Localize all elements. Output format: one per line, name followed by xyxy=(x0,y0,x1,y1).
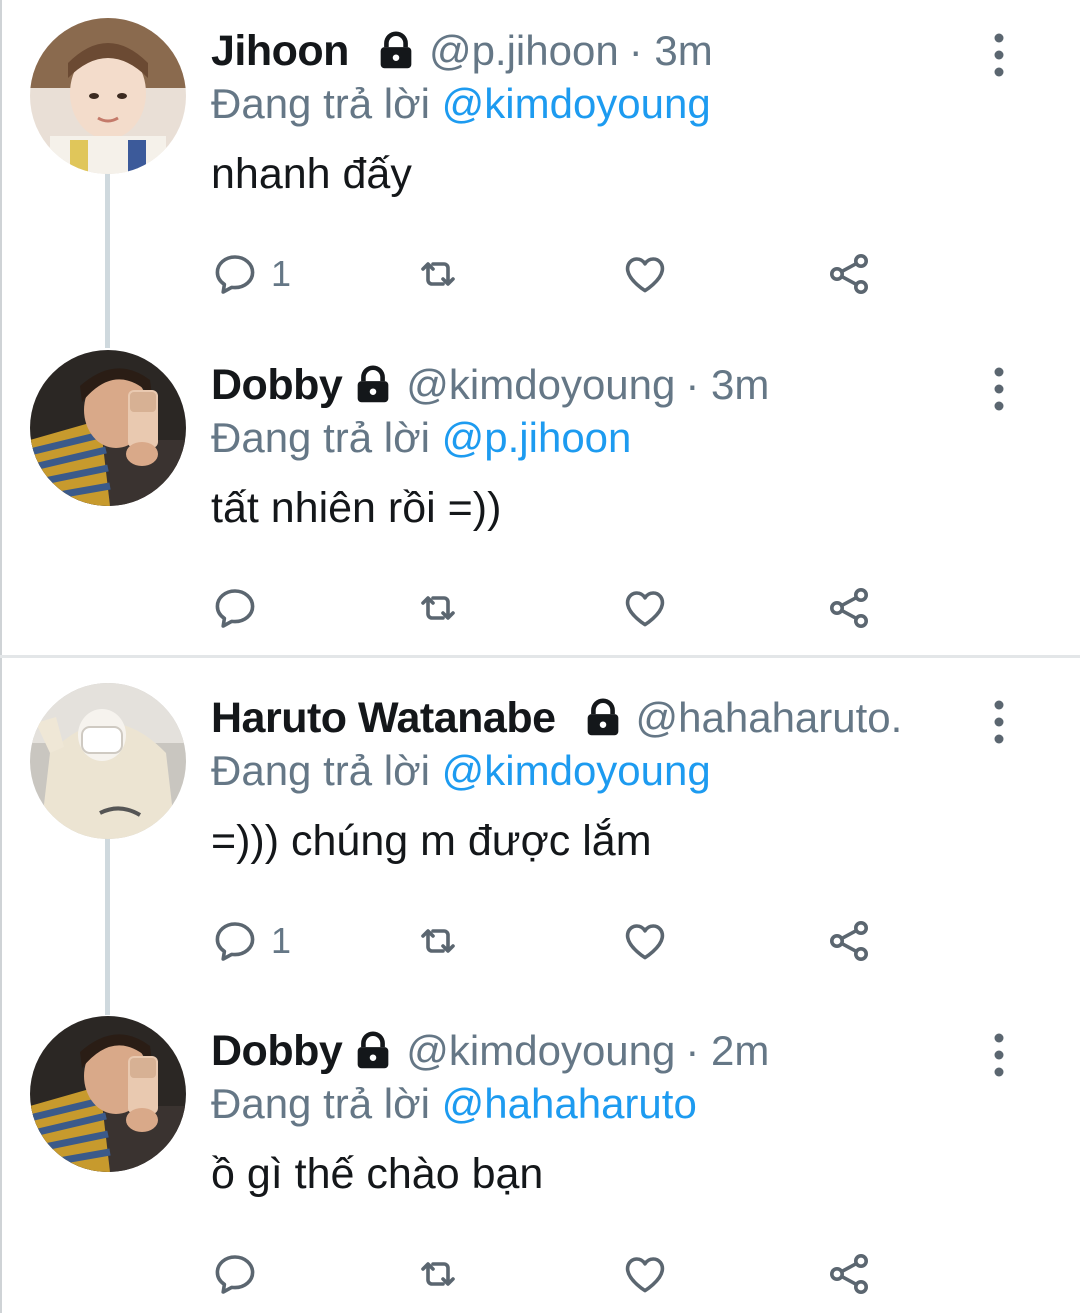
mention-link[interactable]: @hahaharuto xyxy=(442,1080,697,1127)
reply-button[interactable] xyxy=(211,578,271,638)
more-vertical-icon[interactable] xyxy=(984,364,1014,414)
display-name[interactable]: Haruto Watanabe xyxy=(211,694,556,743)
share-button[interactable] xyxy=(825,1244,873,1304)
like-button[interactable] xyxy=(621,244,669,304)
tweet-header: Haruto Watanabe @hahaharuto. xyxy=(211,689,902,747)
reply-icon xyxy=(215,922,255,961)
replying-to: Đang trả lời @kimdoyoung xyxy=(211,747,711,795)
like-button[interactable] xyxy=(621,911,669,971)
like-icon xyxy=(625,591,665,627)
replying-to: Đang trả lời @hahaharuto xyxy=(211,1080,697,1128)
mention-link[interactable]: @p.jihoon xyxy=(442,414,632,461)
more-vertical-icon[interactable] xyxy=(984,697,1014,747)
tweet-text: ồ gì thế chào bạn xyxy=(211,1150,544,1198)
tweet[interactable]: Haruto Watanabe @hahaharuto. Đang trả lờ… xyxy=(0,683,1080,989)
reply-count: 1 xyxy=(271,253,292,294)
retweet-button[interactable] xyxy=(414,244,462,304)
display-name[interactable]: Dobby xyxy=(211,361,343,410)
share-icon xyxy=(830,1254,868,1294)
like-button[interactable] xyxy=(621,578,669,638)
share-button[interactable] xyxy=(825,244,873,304)
action-bar: 1 xyxy=(211,244,911,304)
reply-icon xyxy=(215,255,255,294)
tweet[interactable]: Dobby @kimdoyoung · 2m Đang trả lời @hah… xyxy=(0,1016,1080,1313)
retweet-button[interactable] xyxy=(414,911,462,971)
share-icon xyxy=(830,588,868,628)
reply-button[interactable]: 1 xyxy=(211,911,291,971)
display-name[interactable]: Jihoon xyxy=(211,27,349,76)
retweet-icon xyxy=(421,1262,455,1286)
like-icon xyxy=(625,924,665,960)
timestamp[interactable]: · 2m xyxy=(685,1027,769,1075)
share-icon xyxy=(830,254,868,294)
replying-to: Đang trả lời @p.jihoon xyxy=(211,414,631,462)
reply-prefix: Đang trả lời xyxy=(211,80,430,127)
tweet-text: =))) chúng m được lắm xyxy=(211,817,652,865)
reply-count: 1 xyxy=(271,920,292,961)
action-bar: 1 xyxy=(211,911,911,971)
reply-button[interactable]: 1 xyxy=(211,244,291,304)
avatar[interactable] xyxy=(30,1016,186,1172)
tweet-header: Jihoon @p.jihoon · 3m xyxy=(211,22,713,80)
handle[interactable]: @hahaharuto. xyxy=(636,694,903,742)
action-bar xyxy=(211,578,911,638)
tweet-text: nhanh đấy xyxy=(211,150,412,198)
timestamp[interactable]: · 3m xyxy=(629,27,713,75)
reply-icon xyxy=(215,589,255,628)
handle[interactable]: @kimdoyoung xyxy=(406,1027,675,1075)
lock-icon xyxy=(380,31,412,69)
timestamp[interactable]: · 3m xyxy=(685,361,769,409)
retweet-icon xyxy=(421,262,455,286)
reply-prefix: Đang trả lời xyxy=(211,747,430,794)
share-button[interactable] xyxy=(825,578,873,638)
tweet-header: Dobby @kimdoyoung · 3m xyxy=(211,356,769,414)
reply-button[interactable] xyxy=(211,1244,271,1304)
thread-divider xyxy=(0,655,1080,658)
mention-link[interactable]: @kimdoyoung xyxy=(442,80,711,127)
reply-icon xyxy=(215,1255,255,1294)
display-name[interactable]: Dobby xyxy=(211,1027,343,1076)
action-bar xyxy=(211,1244,911,1304)
handle[interactable]: @kimdoyoung xyxy=(406,361,675,409)
more-vertical-icon[interactable] xyxy=(984,1030,1014,1080)
avatar[interactable] xyxy=(30,683,186,839)
mention-link[interactable]: @kimdoyoung xyxy=(442,747,711,794)
handle[interactable]: @p.jihoon xyxy=(429,27,619,75)
reply-prefix: Đang trả lời xyxy=(211,1080,430,1127)
tweet-text: tất nhiên rồi =)) xyxy=(211,484,502,532)
tweet-header: Dobby @kimdoyoung · 2m xyxy=(211,1022,769,1080)
share-icon xyxy=(830,921,868,961)
lock-icon xyxy=(357,1031,389,1069)
retweet-icon xyxy=(421,596,455,620)
like-button[interactable] xyxy=(621,1244,669,1304)
reply-prefix: Đang trả lời xyxy=(211,414,430,461)
lock-icon xyxy=(587,698,618,736)
retweet-icon xyxy=(421,929,455,953)
tweet[interactable]: Dobby @kimdoyoung · 3m Đang trả lời @p.j… xyxy=(0,350,1080,656)
share-button[interactable] xyxy=(825,911,873,971)
retweet-button[interactable] xyxy=(414,1244,462,1304)
lock-icon xyxy=(357,365,389,403)
like-icon xyxy=(625,257,665,293)
more-vertical-icon[interactable] xyxy=(984,30,1014,80)
avatar[interactable] xyxy=(30,350,186,506)
tweet[interactable]: Jihoon @p.jihoon · 3m Đang trả lời @kimd… xyxy=(0,18,1080,322)
avatar[interactable] xyxy=(30,18,186,174)
retweet-button[interactable] xyxy=(414,578,462,638)
like-icon xyxy=(625,1257,665,1293)
replying-to: Đang trả lời @kimdoyoung xyxy=(211,80,711,128)
